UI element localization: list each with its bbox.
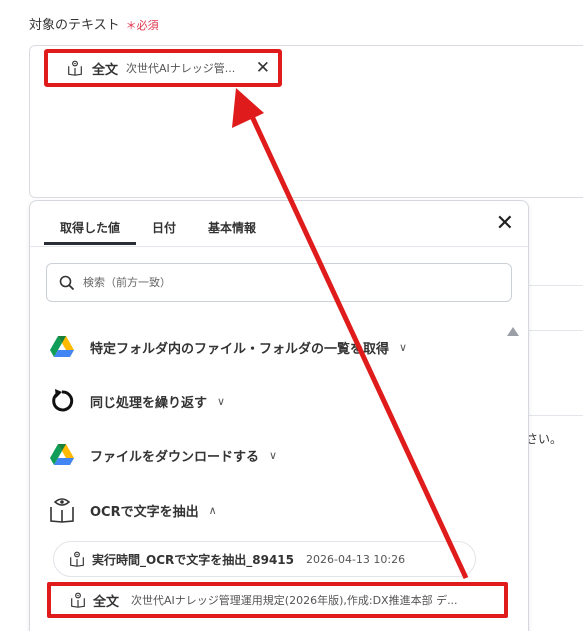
divider xyxy=(528,285,583,286)
book-eye-icon xyxy=(70,551,84,567)
google-drive-icon xyxy=(48,441,76,469)
active-tab-indicator xyxy=(44,242,136,245)
close-icon[interactable]: ✕ xyxy=(256,59,270,77)
list-item-label: 特定フォルダ内のファイル・フォルダの一覧を取得 xyxy=(90,341,390,357)
loop-icon xyxy=(48,387,76,415)
value-picker-panel: 取得した値 日付 基本情報 ✕ 特定フォルダ内のファイル・フォルダの一覧を取得 … xyxy=(29,200,529,631)
background-text: さい。 xyxy=(526,432,563,446)
book-eye-icon xyxy=(71,592,85,608)
search-input[interactable] xyxy=(83,276,483,289)
list-item-ocr[interactable]: OCRで文字を抽出 ∧ xyxy=(48,495,217,525)
tab-acquired-values[interactable]: 取得した値 xyxy=(60,219,120,236)
full-text-key: 全文 xyxy=(93,594,120,610)
tab-bar: 取得した値 日付 基本情報 xyxy=(30,201,528,247)
list-item-label: OCRで文字を抽出 xyxy=(90,504,199,520)
divider xyxy=(528,330,583,331)
execution-date: 2026-04-13 10:26 xyxy=(306,552,406,566)
chevron-down-icon[interactable]: ∨ xyxy=(399,341,407,354)
divider xyxy=(528,415,583,416)
ocr-book-icon xyxy=(48,496,76,524)
chevron-down-icon[interactable]: ∨ xyxy=(217,395,225,408)
chevron-down-icon[interactable]: ∨ xyxy=(269,449,277,462)
tab-basic-info[interactable]: 基本情報 xyxy=(208,219,256,236)
google-drive-icon xyxy=(48,333,76,361)
selected-value-chip[interactable]: 全文 次世代AIナレッジ管... ✕ xyxy=(44,49,282,87)
list-item-loop[interactable]: 同じ処理を繰り返す ∨ xyxy=(48,386,225,416)
chip-value: 次世代AIナレッジ管... xyxy=(126,62,236,75)
list-item-label: ファイルをダウンロードする xyxy=(90,449,260,465)
list-item-download[interactable]: ファイルをダウンロードする ∨ xyxy=(48,440,277,470)
book-eye-icon xyxy=(68,60,82,76)
close-icon[interactable]: ✕ xyxy=(496,213,514,235)
field-label: 対象のテキスト ＊必須 xyxy=(29,14,159,33)
execution-key: 実行時間_OCRで文字を抽出_89415 xyxy=(92,552,294,567)
chip-key: 全文 xyxy=(92,62,119,78)
ocr-execution-row[interactable]: 実行時間_OCRで文字を抽出_89415 2026-04-13 10:26 xyxy=(53,541,476,577)
chevron-up-icon[interactable]: ∧ xyxy=(209,504,217,517)
required-badge: ＊必須 xyxy=(125,19,159,32)
search-field[interactable] xyxy=(46,263,512,302)
list-item-label: 同じ処理を繰り返す xyxy=(90,395,208,411)
scroll-up-arrow[interactable] xyxy=(507,327,519,336)
list-item-folder-list[interactable]: 特定フォルダ内のファイル・フォルダの一覧を取得 ∨ xyxy=(48,332,407,362)
tab-date[interactable]: 日付 xyxy=(152,219,176,236)
full-text-value: 次世代AIナレッジ管理運用規定(2026年版),作成:DX推進本部 デ... xyxy=(131,594,458,607)
field-label-text: 対象のテキスト xyxy=(29,18,120,33)
search-icon xyxy=(59,275,75,290)
full-text-value-row[interactable]: 全文 次世代AIナレッジ管理運用規定(2026年版),作成:DX推進本部 デ..… xyxy=(47,582,508,618)
